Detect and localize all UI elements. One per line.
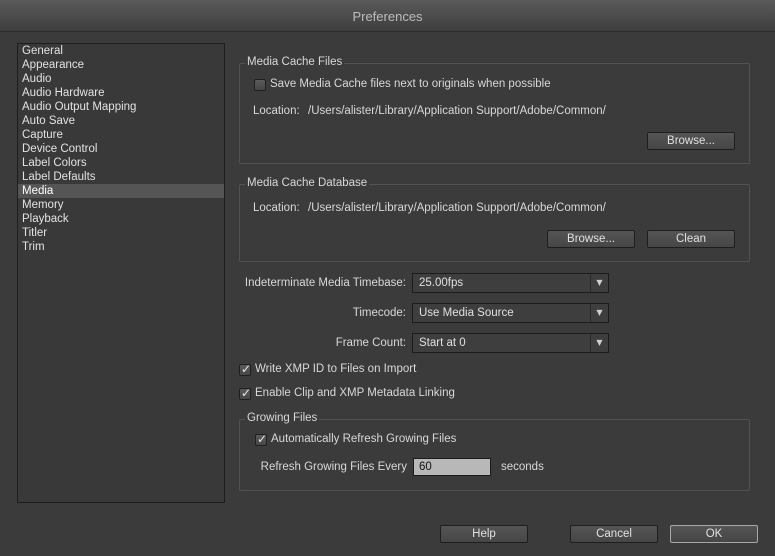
- category-list[interactable]: General Appearance Audio Audio Hardware Audi…: [17, 43, 225, 503]
- sidebar-item-titler[interactable]: Titler: [18, 226, 224, 240]
- growing-files-title: Growing Files: [245, 412, 320, 424]
- sidebar-item-general[interactable]: General: [18, 44, 224, 58]
- auto-refresh-checkbox[interactable]: ✓: [255, 432, 268, 446]
- timebase-value: 25.00fps: [419, 277, 464, 289]
- sidebar-item-auto-save[interactable]: Auto Save: [18, 114, 224, 128]
- sidebar-item-media[interactable]: Media: [18, 184, 224, 198]
- chevron-down-icon: ▼: [590, 334, 608, 352]
- sidebar-item-audio-output-mapping[interactable]: Audio Output Mapping: [18, 100, 224, 114]
- sidebar-item-audio[interactable]: Audio: [18, 72, 224, 86]
- preferences-window: Preferences General Appearance Audio Audio …: [0, 0, 775, 556]
- write-xmp-label: Write XMP ID to Files on Import: [255, 363, 417, 375]
- media-cache-database-title: Media Cache Database: [245, 177, 370, 189]
- media-cache-database-browse-button[interactable]: Browse...: [547, 230, 635, 248]
- ok-button[interactable]: OK: [670, 525, 758, 543]
- sidebar-item-device-control[interactable]: Device Control: [18, 142, 224, 156]
- write-xmp-checkbox[interactable]: ✓: [239, 362, 252, 376]
- frame-count-select[interactable]: Start at 0 ▼: [412, 333, 609, 353]
- media-cache-files-location: /Users/alister/Library/Application Suppo…: [308, 105, 606, 117]
- auto-refresh-label: Automatically Refresh Growing Files: [271, 433, 457, 445]
- location-label: Location:: [253, 105, 300, 117]
- media-cache-files-group: Media Cache Files Save Media Cache files…: [239, 56, 750, 164]
- timecode-value: Use Media Source: [419, 307, 514, 319]
- location-label: Location:: [253, 202, 300, 214]
- save-next-to-originals-label: Save Media Cache files next to originals…: [270, 78, 551, 90]
- clean-button[interactable]: Clean: [647, 230, 735, 248]
- frame-count-value: Start at 0: [419, 337, 466, 349]
- sidebar-item-trim[interactable]: Trim: [18, 240, 224, 254]
- chevron-down-icon: ▼: [590, 304, 608, 322]
- title-bar[interactable]: Preferences: [0, 0, 775, 32]
- checkmark-icon: ✓: [257, 432, 268, 446]
- timecode-label: Timecode:: [352, 307, 406, 319]
- timebase-select[interactable]: 25.00fps ▼: [412, 273, 609, 293]
- sidebar-item-appearance[interactable]: Appearance: [18, 58, 224, 72]
- checkmark-icon: ✓: [241, 386, 252, 400]
- cancel-button[interactable]: Cancel: [570, 525, 658, 543]
- frame-count-label: Frame Count:: [335, 337, 406, 349]
- chevron-down-icon: ▼: [590, 274, 608, 292]
- timebase-label: Indeterminate Media Timebase:: [244, 277, 406, 289]
- sidebar-item-label-colors[interactable]: Label Colors: [18, 156, 224, 170]
- enable-linking-checkbox[interactable]: ✓: [239, 386, 252, 400]
- media-cache-database-location: /Users/alister/Library/Application Suppo…: [308, 202, 606, 214]
- timecode-select[interactable]: Use Media Source ▼: [412, 303, 609, 323]
- media-cache-database-group: Media Cache Database Location: /Users/al…: [239, 177, 750, 262]
- seconds-label: seconds: [501, 461, 544, 473]
- help-button[interactable]: Help: [440, 525, 528, 543]
- sidebar-item-label-defaults[interactable]: Label Defaults: [18, 170, 224, 184]
- sidebar-item-playback[interactable]: Playback: [18, 212, 224, 226]
- refresh-every-label: Refresh Growing Files Every: [260, 461, 407, 473]
- save-next-to-originals-checkbox[interactable]: [254, 79, 266, 91]
- growing-files-group: Growing Files ✓ Automatically Refresh Gr…: [239, 412, 750, 491]
- window-title: Preferences: [352, 9, 423, 24]
- sidebar-item-capture[interactable]: Capture: [18, 128, 224, 142]
- refresh-interval-input[interactable]: 60: [413, 458, 491, 476]
- media-cache-files-browse-button[interactable]: Browse...: [647, 132, 735, 150]
- checkmark-icon: ✓: [241, 362, 252, 376]
- media-cache-files-title: Media Cache Files: [245, 56, 345, 68]
- sidebar-item-memory[interactable]: Memory: [18, 198, 224, 212]
- enable-linking-label: Enable Clip and XMP Metadata Linking: [255, 387, 455, 399]
- sidebar-item-audio-hardware[interactable]: Audio Hardware: [18, 86, 224, 100]
